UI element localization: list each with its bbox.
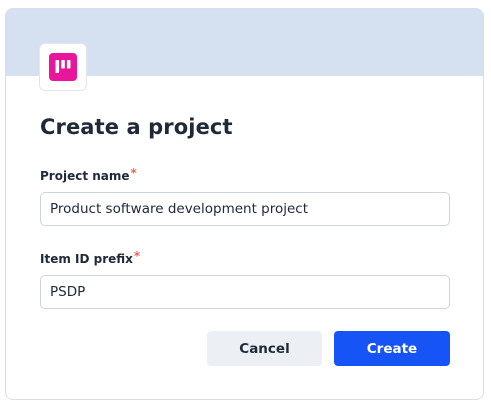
required-marker: *	[133, 249, 141, 263]
create-button[interactable]: Create	[334, 331, 450, 366]
create-project-dialog: Create a project Project name* Item ID p…	[5, 8, 484, 400]
dialog-title: Create a project	[40, 115, 233, 139]
cancel-button[interactable]: Cancel	[207, 331, 322, 366]
item-id-prefix-label-text: Item ID prefix	[40, 252, 133, 266]
item-id-prefix-label: Item ID prefix*	[40, 249, 141, 266]
board-columns-icon	[49, 53, 77, 81]
item-id-prefix-input[interactable]	[40, 275, 450, 309]
project-name-input[interactable]	[40, 192, 450, 226]
app-icon-tile	[39, 43, 87, 91]
required-marker: *	[130, 166, 137, 180]
project-name-label-text: Project name	[40, 169, 130, 183]
project-name-label: Project name*	[40, 166, 137, 183]
